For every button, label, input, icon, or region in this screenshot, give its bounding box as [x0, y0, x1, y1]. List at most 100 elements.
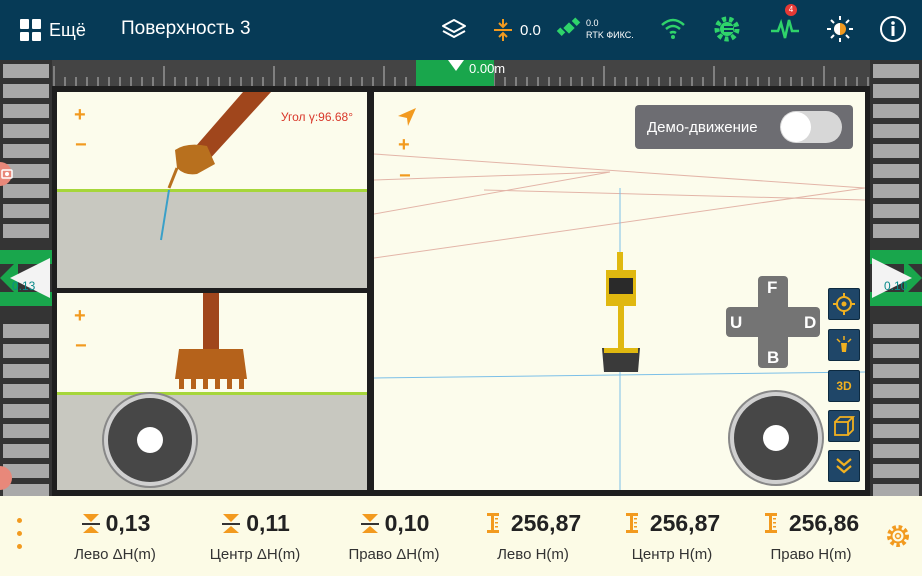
- beacon-icon: [836, 336, 852, 352]
- more-menu-button[interactable]: Ещё: [20, 17, 86, 43]
- surface-title[interactable]: Поверхность 3: [121, 18, 251, 40]
- indicator-segment: [3, 404, 49, 418]
- view-3d-button[interactable]: 3D: [828, 370, 860, 402]
- plan-view-panel[interactable]: + − Демо-движение F B U D 3D: [374, 92, 865, 490]
- front-zoom-in-button[interactable]: +: [74, 305, 86, 328]
- indicator-segment: [873, 144, 919, 158]
- collapse-button[interactable]: [828, 450, 860, 482]
- metric-value: 0,11: [246, 509, 290, 536]
- offset-icon: [494, 19, 512, 41]
- indicator-segment: [3, 384, 49, 398]
- indicator-segment: [3, 324, 49, 338]
- metric-value-row: 256,86: [741, 508, 881, 538]
- rtk-status: 0.0 RTK ФИКС.: [586, 17, 634, 41]
- demo-mode-label: Демо-движение: [647, 119, 758, 136]
- demo-toggle-knob: [781, 112, 811, 142]
- compass-icon[interactable]: [396, 106, 420, 128]
- right-height-indicator: 0.10: [870, 60, 922, 498]
- notification-badge: 4: [785, 4, 797, 16]
- demo-mode-toggle[interactable]: [780, 111, 842, 143]
- left-joystick-knob[interactable]: [137, 427, 163, 453]
- side-view-panel[interactable]: + − Угол γ:96.68°: [57, 92, 367, 288]
- machine-settings-icon[interactable]: [712, 14, 742, 44]
- indicator-segment: [3, 444, 49, 458]
- left-edge-handle-icon[interactable]: [0, 466, 12, 490]
- view-3d-label: 3D: [836, 379, 852, 393]
- dpad-forward-button[interactable]: F: [767, 278, 777, 298]
- metric-value-row: 256,87: [602, 508, 742, 538]
- indicator-segment: [3, 364, 49, 378]
- brightness-icon[interactable]: [825, 14, 855, 44]
- right-indicator-value: 0.10: [884, 279, 908, 293]
- top-bar: Ещё Поверхность 3 0.0 0.0 RTK ФИКС. 4: [0, 0, 922, 60]
- light-button[interactable]: [828, 329, 860, 361]
- indicator-segment: [873, 164, 919, 178]
- right-joystick[interactable]: [730, 392, 822, 484]
- metric-label: Право H(m): [770, 546, 852, 563]
- right-grade-arrow-icon: [870, 250, 922, 306]
- left-joystick[interactable]: [104, 394, 196, 486]
- more-menu-label: Ещё: [49, 19, 86, 40]
- dpad-back-button[interactable]: B: [767, 348, 779, 368]
- metric-item[interactable]: 0,10 Право ΔH(m): [324, 508, 464, 564]
- wifi-icon[interactable]: [660, 16, 686, 40]
- indicator-segment: [873, 84, 919, 98]
- indicator-segment: [3, 424, 49, 438]
- ruler-value: 0.00m: [469, 61, 506, 76]
- metric-item[interactable]: 256,86 Право H(m): [741, 508, 881, 563]
- offset-button[interactable]: 0.0: [493, 18, 541, 42]
- metric-label: Право ΔH(m): [348, 546, 440, 563]
- front-view-panel[interactable]: + −: [57, 293, 367, 490]
- left-indicator-value: 0.13: [12, 279, 36, 293]
- target-button[interactable]: [828, 288, 860, 320]
- indicator-segment: [3, 204, 49, 218]
- indicator-segment: [873, 324, 919, 338]
- plan-zoom-in-button[interactable]: +: [398, 134, 410, 157]
- grid-menu-icon: [20, 19, 42, 41]
- double-chevron-down-icon: [836, 458, 852, 474]
- metric-value: 0,10: [384, 509, 430, 536]
- side-zoom-out-button[interactable]: −: [75, 134, 87, 157]
- indicator-segment: [873, 224, 919, 238]
- plan-zoom-out-button[interactable]: −: [399, 165, 411, 188]
- indicator-segment: [873, 464, 919, 478]
- layers-icon[interactable]: [441, 17, 467, 43]
- dpad-down-button[interactable]: D: [804, 313, 816, 333]
- indicator-segment: [873, 204, 919, 218]
- metric-item[interactable]: 0,11 Центр ΔH(m): [185, 508, 325, 564]
- indicator-segment: [873, 384, 919, 398]
- more-vertical-icon[interactable]: [17, 518, 23, 557]
- camera-icon[interactable]: [0, 160, 20, 188]
- metric-value-row: 0,11: [185, 508, 325, 538]
- activity-icon[interactable]: [770, 16, 800, 42]
- metric-item[interactable]: 0,13 Лево ΔH(m): [45, 508, 185, 564]
- rtk-fix-label: RTK ФИКС.: [586, 30, 634, 40]
- left-height-indicator: 0.13: [0, 60, 52, 498]
- info-icon[interactable]: [879, 15, 907, 43]
- indicator-segment: [3, 124, 49, 138]
- indicator-segment: [873, 124, 919, 138]
- metric-value-row: 0,10: [324, 508, 464, 538]
- delta-height-icon: [222, 514, 241, 533]
- metric-item[interactable]: 256,87 Центр H(m): [602, 508, 742, 563]
- cube-view-button[interactable]: [828, 410, 860, 442]
- height-icon: [764, 513, 777, 533]
- indicator-segment: [873, 444, 919, 458]
- dpad-up-button[interactable]: U: [730, 313, 742, 333]
- indicator-segment: [873, 424, 919, 438]
- indicator-segment: [873, 104, 919, 118]
- metric-value: 256,87: [510, 509, 582, 536]
- side-zoom-in-button[interactable]: +: [74, 104, 86, 127]
- height-icon: [625, 513, 638, 533]
- crosshair-icon: [833, 293, 855, 315]
- indicator-segment: [3, 144, 49, 158]
- front-zoom-out-button[interactable]: −: [75, 335, 87, 358]
- settings-gear-icon[interactable]: [885, 523, 911, 549]
- right-joystick-knob[interactable]: [763, 425, 789, 451]
- metric-value: 256,87: [649, 509, 721, 536]
- demo-mode-control: Демо-движение: [635, 105, 853, 149]
- satellite-icon[interactable]: [556, 15, 582, 41]
- indicator-segment: [3, 104, 49, 118]
- metric-item[interactable]: 256,87 Лево H(m): [463, 508, 603, 563]
- metric-value-row: 0,13: [45, 508, 185, 538]
